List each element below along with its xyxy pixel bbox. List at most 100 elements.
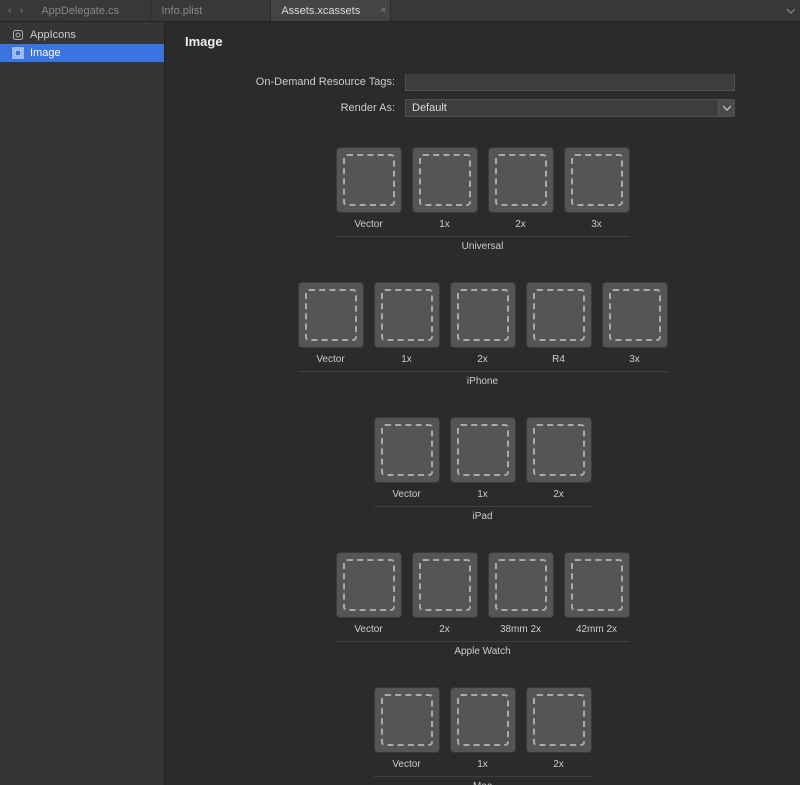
well-col: 3x [564,147,630,230]
image-well[interactable] [564,552,630,618]
form-row-tags: On-Demand Resource Tags: [185,73,780,91]
image-well-placeholder [571,559,623,611]
nav-back-button[interactable]: ‹ [6,5,14,17]
group-divider [336,236,630,237]
tab-appdelegate-cs[interactable]: AppDelegate.cs [31,0,151,21]
asset-group-ipad: Vector 1x 2x iPad [185,417,780,522]
group-title: Universal [185,241,780,252]
image-well[interactable] [450,687,516,753]
image-well[interactable] [564,147,630,213]
well-col: R4 [526,282,592,365]
image-well[interactable] [450,417,516,483]
well-label: 2x [553,489,564,500]
group-title: iPhone [185,376,780,387]
well-label: 1x [439,219,450,230]
group-title: Mac [185,781,780,785]
well-col: 2x [450,282,516,365]
image-well-placeholder [457,424,509,476]
wells-row: Vector1x2x3x [185,147,780,230]
well-col: 1x [412,147,478,230]
image-well[interactable] [298,282,364,348]
image-well[interactable] [450,282,516,348]
image-well[interactable] [526,417,592,483]
image-well[interactable] [374,417,440,483]
well-label: 3x [591,219,602,230]
well-label: 1x [401,354,412,365]
asset-sidebar: AppIcons Image [0,22,165,785]
render-select[interactable]: Default [405,99,735,117]
tab-info-plist[interactable]: Info.plist [151,0,271,21]
well-label: Vector [316,354,344,365]
well-col: Vector [298,282,364,365]
well-label: 1x [477,489,488,500]
tab-bar: ‹ › AppDelegate.cs Info.plist Assets.xcass… [0,0,800,22]
image-well[interactable] [526,282,592,348]
asset-group-universal: Vector1x2x3xUniversal [185,147,780,252]
image-well-placeholder [533,424,585,476]
sidebar-item-label: AppIcons [30,29,76,41]
tab-overflow-button[interactable] [782,0,800,21]
well-label: 3x [629,354,640,365]
image-well-placeholder [305,289,357,341]
image-well[interactable] [488,552,554,618]
sidebar-item-appicons[interactable]: AppIcons [0,26,164,44]
image-well[interactable] [526,687,592,753]
well-col: 3x [602,282,668,365]
image-well-placeholder [419,154,471,206]
tab-label: Info.plist [161,5,202,17]
image-well-placeholder [533,694,585,746]
image-well-placeholder [381,289,433,341]
image-well[interactable] [602,282,668,348]
image-well[interactable] [336,552,402,618]
well-label: Vector [392,489,420,500]
well-col: 1x [374,282,440,365]
well-col: 42mm 2x [564,552,630,635]
well-col: Vector [336,147,402,230]
close-icon[interactable]: × [381,5,387,16]
sidebar-item-image[interactable]: Image [0,44,164,62]
nav-forward-button[interactable]: › [18,5,26,17]
image-well[interactable] [412,552,478,618]
well-label: 38mm 2x [500,624,541,635]
well-label: 1x [477,759,488,770]
image-well-placeholder [495,559,547,611]
tags-input[interactable] [405,73,735,91]
group-title: Apple Watch [185,646,780,657]
group-title: iPad [185,511,780,522]
image-well-placeholder [457,289,509,341]
asset-group-mac: Vector1x2xMac [185,687,780,785]
image-well[interactable] [336,147,402,213]
group-divider [374,776,592,777]
tab-label: Assets.xcassets [281,5,360,17]
tab-assets-xcassets[interactable]: Assets.xcassets × [271,0,391,21]
well-col: 2x [526,687,592,770]
group-divider [298,371,668,372]
well-col: 1x [450,417,516,500]
image-well[interactable] [374,687,440,753]
image-well[interactable] [374,282,440,348]
form-row-render: Render As: Default [185,99,780,117]
well-label: Vector [354,219,382,230]
image-well-placeholder [609,289,661,341]
wells-row: Vector 1x 2x [185,417,780,500]
well-col: 2x [412,552,478,635]
sidebar-item-label: Image [30,47,61,59]
page-title: Image [185,34,780,49]
image-well-placeholder [381,424,433,476]
image-well-placeholder [495,154,547,206]
well-label: 42mm 2x [576,624,617,635]
chevron-down-icon [718,100,734,116]
well-label: Vector [354,624,382,635]
asset-editor: Image On-Demand Resource Tags: Render As… [165,22,800,785]
wells-row: Vector 1x 2xR4 3x [185,282,780,365]
wells-row: Vector1x2x [185,687,780,770]
wells-row: Vector 2x 38mm 2x 42mm 2x [185,552,780,635]
image-well[interactable] [412,147,478,213]
tab-nav: ‹ › [0,0,31,21]
appicon-icon [12,29,24,41]
well-col: 38mm 2x [488,552,554,635]
image-well[interactable] [488,147,554,213]
group-divider [336,641,630,642]
well-col: Vector [374,417,440,500]
well-col: 1x [450,687,516,770]
